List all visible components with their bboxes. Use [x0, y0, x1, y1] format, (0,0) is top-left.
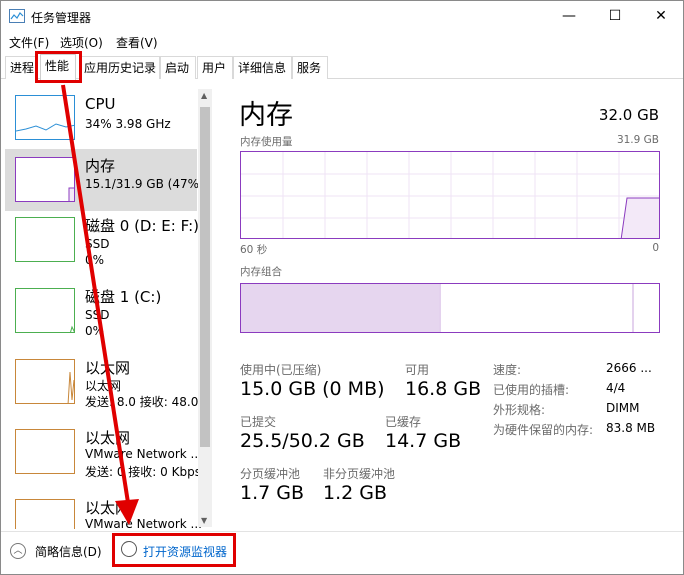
tab-services[interactable]: 服务 [292, 56, 328, 79]
speed-key: 速度: [493, 363, 522, 377]
slots-key: 已使用的插槽: [493, 383, 570, 397]
task-manager-app-icon [9, 9, 25, 23]
window-title: 任务管理器 [31, 11, 92, 25]
menu-file[interactable]: 文件(F) [9, 34, 49, 51]
usage-graph-max: 31.9 GB [616, 134, 659, 146]
sidebar-item-ethernet-3[interactable]: 以太网 VMware Network ... [5, 495, 202, 529]
sidebar-item-label: 以太网 [85, 429, 131, 447]
composition-label: 内存组合 [240, 266, 282, 278]
disk1-thumbnail-graph [15, 288, 75, 333]
sidebar-item-label: 磁盘 0 (D: E: F:) [85, 217, 199, 235]
sidebar-item-label: 磁盘 1 (C:) [85, 288, 162, 306]
cpu-thumbnail-graph [15, 95, 75, 140]
committed-value: 25.5/50.2 GB [240, 430, 365, 452]
graph-time-right: 0 [652, 242, 659, 254]
sidebar-item-sub2: 0% [85, 324, 105, 338]
sidebar-item-sub2: 发送: 0 接收: 0 Kbps [85, 465, 201, 479]
sidebar-item-label: 以太网 [85, 499, 131, 517]
sidebar-item-sub: 34% 3.98 GHz [85, 117, 171, 131]
available-value: 16.8 GB [405, 378, 482, 400]
nonpaged-pool-label: 非分页缓冲池 [323, 467, 396, 481]
scroll-down-icon[interactable]: ▼ [201, 516, 207, 525]
memory-composition-bar [240, 283, 660, 333]
menu-view[interactable]: 查看(V) [116, 34, 158, 51]
disk0-thumbnail-graph [15, 217, 75, 262]
sidebar-item-disk1[interactable]: 磁盘 1 (C:) SSD 0% [5, 284, 197, 352]
ethernet-thumbnail-graph [15, 359, 75, 404]
form-factor-key: 外形规格: [493, 403, 546, 417]
minimize-button[interactable]: — [546, 1, 592, 31]
scroll-up-icon[interactable]: ▲ [201, 91, 207, 100]
sidebar-item-sub2: 0% [85, 253, 105, 267]
page-title: 内存 [239, 100, 293, 131]
memory-thumbnail-graph [15, 157, 75, 202]
minimize-icon: — [562, 8, 576, 24]
form-factor-value: DIMM [606, 401, 640, 415]
hw-reserved-value: 83.8 MB [606, 421, 656, 435]
maximize-button[interactable]: ☐ [592, 1, 638, 31]
tab-bar: 进程 性能 应用历史记录 启动 用户 详细信息 服务 [1, 54, 683, 80]
paged-pool-label: 分页缓冲池 [240, 467, 301, 481]
tab-app-history[interactable]: 应用历史记录 [79, 56, 160, 79]
sidebar-item-sub: VMware Network ... [85, 517, 202, 529]
available-label: 可用 [405, 363, 430, 377]
in-use-label: 使用中(已压缩) [240, 363, 322, 377]
bottom-bar: ︿ 简略信息(D) 打开资源监视器 [1, 531, 683, 575]
sidebar-item-sub: VMware Network ... [85, 447, 202, 461]
graph-time-left: 60 秒 [240, 244, 268, 256]
fewer-details-link[interactable]: 简略信息(D) [35, 543, 102, 560]
cached-label: 已缓存 [385, 415, 422, 429]
sidebar-item-memory[interactable]: 内存 15.1/31.9 GB (47%) [5, 149, 204, 211]
sidebar-item-sub: SSD [85, 237, 110, 251]
speed-value: 2666 ... [606, 361, 652, 375]
tab-details[interactable]: 详细信息 [233, 56, 292, 79]
sidebar-item-sub: SSD [85, 308, 110, 322]
ethernet-thumbnail-graph [15, 429, 75, 474]
menu-options[interactable]: 选项(O) [60, 34, 103, 51]
sidebar-scrollbar[interactable]: ▲ ▼ [198, 89, 212, 527]
highlight-box-resource-monitor [112, 533, 236, 567]
ethernet-thumbnail-graph [15, 499, 75, 529]
sidebar-item-ethernet-1[interactable]: 以太网 以太网 发送: 8.0 接收: 48.0 [5, 355, 199, 423]
performance-sidebar: CPU 34% 3.98 GHz 内存 15.1/31.9 GB (47%) 磁… [1, 81, 213, 529]
sidebar-item-label: 内存 [85, 157, 116, 175]
sidebar-item-label: 以太网 [85, 359, 131, 377]
tab-processes[interactable]: 进程 [5, 56, 38, 79]
sidebar-item-sub: 15.1/31.9 GB (47%) [85, 177, 204, 191]
close-button[interactable]: ✕ [638, 1, 684, 31]
hw-reserved-key: 为硬件保留的内存: [493, 423, 594, 437]
sidebar-item-disk0[interactable]: 磁盘 0 (D: E: F:) SSD 0% [5, 213, 199, 281]
scrollbar-thumb[interactable] [200, 107, 210, 447]
nonpaged-pool-value: 1.2 GB [323, 482, 388, 504]
slots-value: 4/4 [606, 381, 626, 395]
tab-startup[interactable]: 启动 [160, 56, 196, 79]
cached-value: 14.7 GB [385, 430, 462, 452]
committed-label: 已提交 [240, 415, 277, 429]
highlight-box-performance-tab [35, 51, 82, 83]
maximize-icon: ☐ [608, 8, 622, 24]
in-use-value: 15.0 GB (0 MB) [240, 378, 385, 400]
memory-usage-graph [240, 151, 660, 239]
sidebar-item-sub2: 发送: 8.0 接收: 48.0 [85, 395, 199, 409]
close-icon: ✕ [655, 8, 667, 24]
usage-graph-label: 内存使用量 [240, 136, 293, 148]
tab-users[interactable]: 用户 [197, 56, 233, 79]
task-manager-window: 任务管理器 — ☐ ✕ 文件(F) 选项(O) 查看(V) 进程 性能 应用历史… [0, 0, 684, 575]
title-bar: 任务管理器 — ☐ ✕ [1, 1, 683, 31]
memory-detail-panel: 内存 32.0 GB 内存使用量 31.9 GB 60 秒 0 内存组合 使用中… [215, 81, 683, 529]
sidebar-item-ethernet-2[interactable]: 以太网 VMware Network ... 发送: 0 接收: 0 Kbps [5, 425, 202, 493]
sidebar-item-sub: 以太网 [85, 379, 122, 393]
paged-pool-value: 1.7 GB [240, 482, 305, 504]
total-memory: 32.0 GB [598, 106, 659, 124]
chevron-up-icon[interactable]: ︿ [10, 543, 26, 559]
sidebar-item-label: CPU [85, 95, 116, 113]
